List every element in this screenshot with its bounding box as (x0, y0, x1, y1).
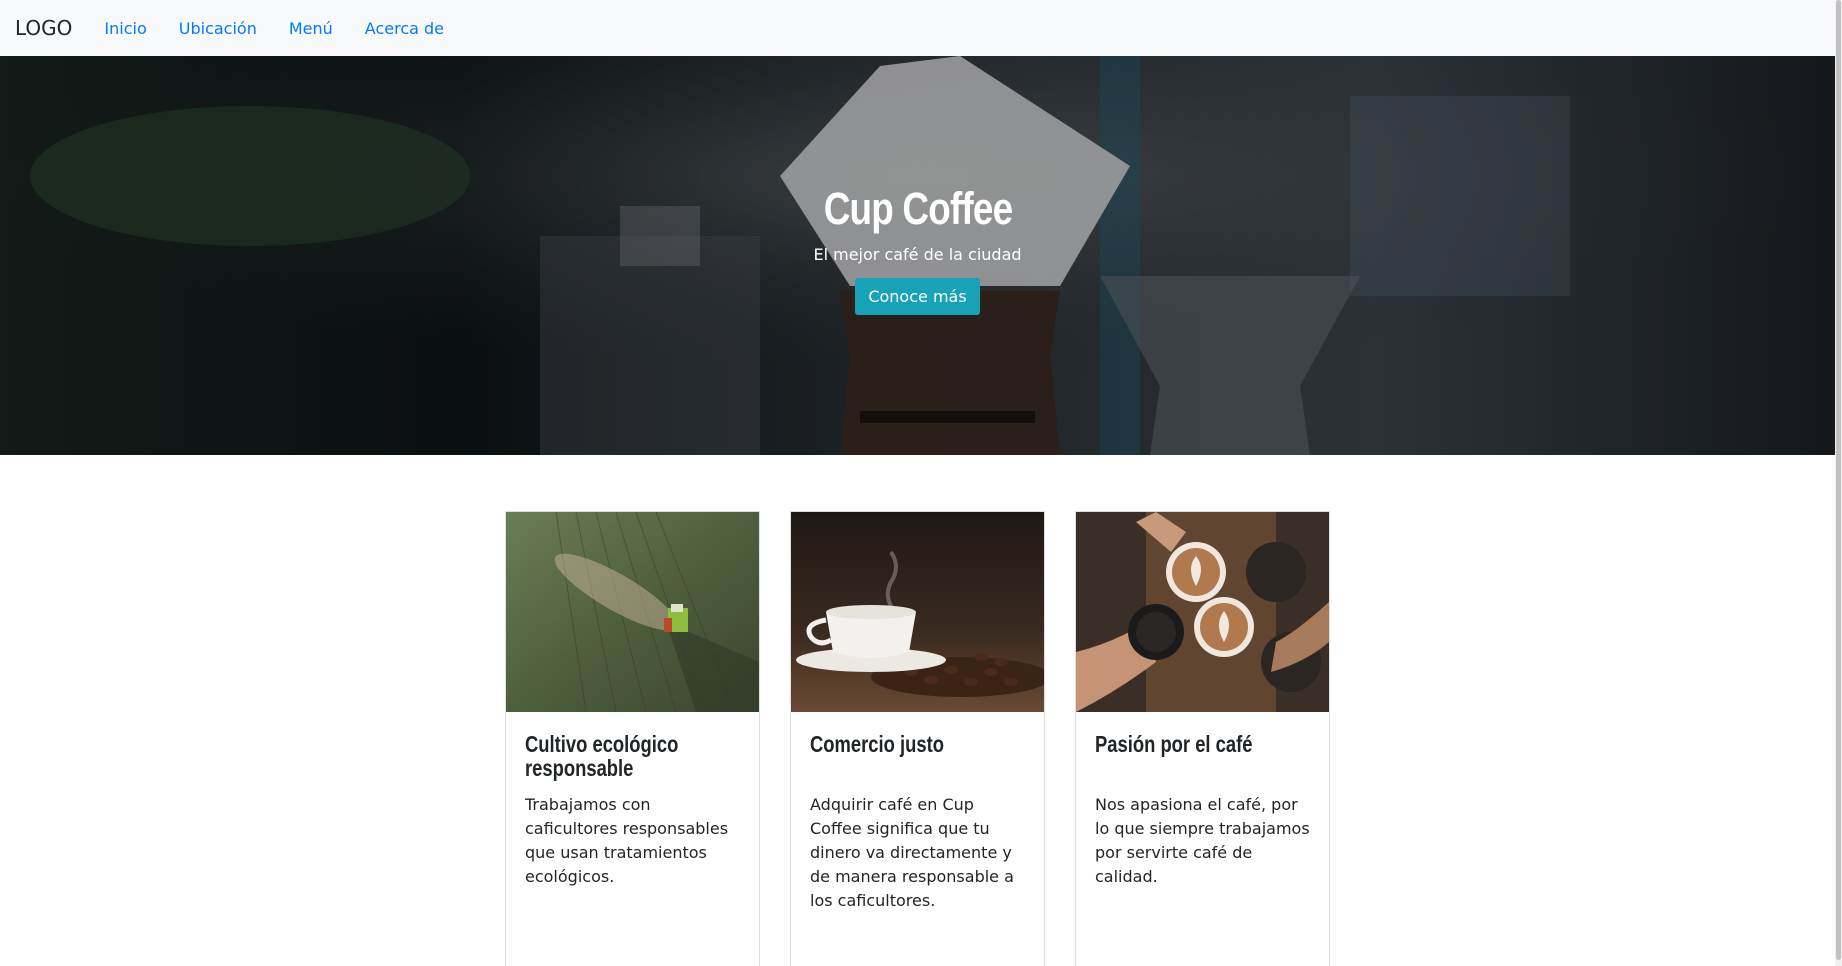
card-text: Trabajamos con caficultores responsables… (525, 795, 729, 886)
navbar: LOGO Inicio Ubicación Menú Acerca de (0, 0, 1835, 56)
learn-more-button[interactable]: Conoce más (855, 278, 980, 315)
hero-title: Cup Coffee (823, 183, 1012, 234)
page: LOGO Inicio Ubicación Menú Acerca de Cup… (0, 0, 1842, 966)
feature-cards: Cultivo ecológico responsable Trabajamos… (505, 511, 1330, 966)
nav-link-inicio[interactable]: Inicio (104, 19, 146, 38)
card-text: Nos apasiona el café, por lo que siempre… (1095, 795, 1310, 886)
latte-toast-image (1076, 512, 1329, 712)
card-body: Comercio justo Adquirir café en Cup Coff… (791, 712, 1044, 933)
scrollbar-thumb[interactable] (1836, 0, 1841, 960)
hero-banner: Cup Coffee El mejor café de la ciudad Co… (0, 56, 1835, 455)
hero-subtitle: El mejor café de la ciudad (813, 245, 1022, 264)
card-text: Adquirir café en Cup Coffee significa qu… (810, 795, 1014, 910)
card-title: Comercio justo (810, 731, 944, 757)
card-comercio: Comercio justo Adquirir café en Cup Coff… (790, 511, 1045, 966)
nav-link-ubicacion[interactable]: Ubicación (179, 19, 257, 38)
page-scrollbar[interactable] (1835, 0, 1842, 966)
tractor-field-image (506, 512, 759, 712)
card-body: Cultivo ecológico responsable Trabajamos… (506, 712, 759, 909)
nav-link-menu[interactable]: Menú (289, 19, 333, 38)
nav-link-acerca-de[interactable]: Acerca de (365, 19, 444, 38)
card-title: Pasión por el café (1095, 731, 1253, 757)
coffee-cup-image (791, 512, 1044, 712)
card-title: Cultivo ecológico responsable (525, 731, 679, 781)
hero-content: Cup Coffee El mejor café de la ciudad Co… (0, 56, 1835, 455)
card-body: Pasión por el café Nos apasiona el café,… (1076, 712, 1329, 909)
card-pasion: Pasión por el café Nos apasiona el café,… (1075, 511, 1330, 966)
card-cultivo: Cultivo ecológico responsable Trabajamos… (505, 511, 760, 966)
logo[interactable]: LOGO (15, 16, 72, 40)
